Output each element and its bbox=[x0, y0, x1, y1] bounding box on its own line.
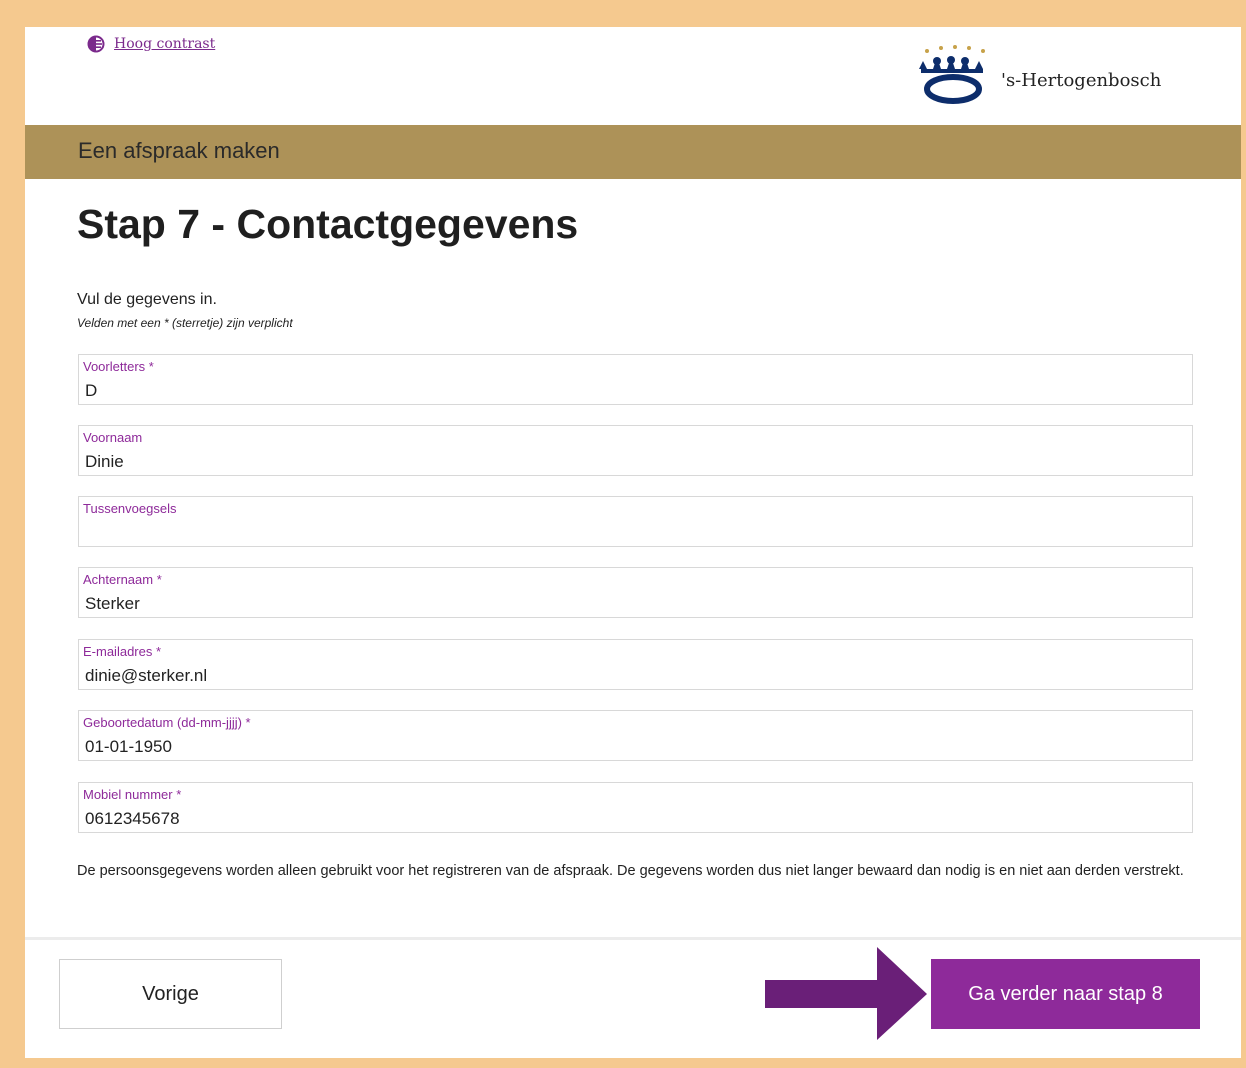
field-label: Mobiel nummer * bbox=[83, 787, 182, 802]
field-label: Voorletters * bbox=[83, 359, 154, 374]
field-label: Tussenvoegsels bbox=[83, 501, 177, 516]
infix-field[interactable]: Tussenvoegsels bbox=[78, 496, 1193, 547]
page-title: Stap 7 - Contactgegevens bbox=[77, 201, 579, 247]
logo-text: 's-Hertogenbosch bbox=[1001, 69, 1162, 91]
mobile-number-field[interactable]: Mobiel nummer * 0612345678 bbox=[78, 782, 1193, 833]
required-fields-note: Velden met een * (sterretje) zijn verpli… bbox=[77, 316, 293, 330]
last-name-field[interactable]: Achternaam * Sterker bbox=[78, 567, 1193, 618]
privacy-notice: De persoonsgegevens worden alleen gebrui… bbox=[77, 863, 1184, 879]
first-name-field[interactable]: Voornaam Dinie bbox=[78, 425, 1193, 476]
intro-text: Vul de gegevens in. bbox=[77, 291, 217, 308]
city-logo[interactable]: 's-Hertogenbosch bbox=[913, 43, 1161, 109]
page-frame: Hoog contrast 's-Hertogenbosch Een afspr… bbox=[25, 27, 1241, 1058]
field-value[interactable]: Sterker bbox=[85, 594, 140, 614]
next-step-button[interactable]: Ga verder naar stap 8 bbox=[931, 959, 1200, 1029]
field-value[interactable]: Dinie bbox=[85, 452, 124, 472]
field-label: Voornaam bbox=[83, 430, 143, 445]
high-contrast-link[interactable]: Hoog contrast bbox=[87, 35, 215, 53]
field-label: Achternaam * bbox=[83, 572, 162, 587]
field-value[interactable]: 01-01-1950 bbox=[85, 737, 172, 757]
field-value[interactable]: D bbox=[85, 381, 97, 401]
contrast-icon bbox=[87, 35, 105, 53]
field-value[interactable]: 0612345678 bbox=[85, 809, 180, 829]
initials-field[interactable]: Voorletters * D bbox=[78, 354, 1193, 405]
high-contrast-label: Hoog contrast bbox=[114, 36, 216, 52]
field-value[interactable]: dinie@sterker.nl bbox=[85, 666, 207, 686]
banner-title: Een afspraak maken bbox=[78, 138, 280, 163]
crown-logo-icon bbox=[919, 45, 985, 104]
arrow-right-icon bbox=[765, 947, 927, 1040]
header-banner: Een afspraak maken bbox=[25, 125, 1241, 179]
birthdate-field[interactable]: Geboortedatum (dd-mm-jjjj) * 01-01-1950 bbox=[78, 710, 1193, 761]
field-label: Geboortedatum (dd-mm-jjjj) * bbox=[83, 715, 251, 730]
email-field[interactable]: E-mailadres * dinie@sterker.nl bbox=[78, 639, 1193, 690]
previous-button[interactable]: Vorige bbox=[59, 959, 282, 1029]
field-label: E-mailadres * bbox=[83, 644, 162, 659]
